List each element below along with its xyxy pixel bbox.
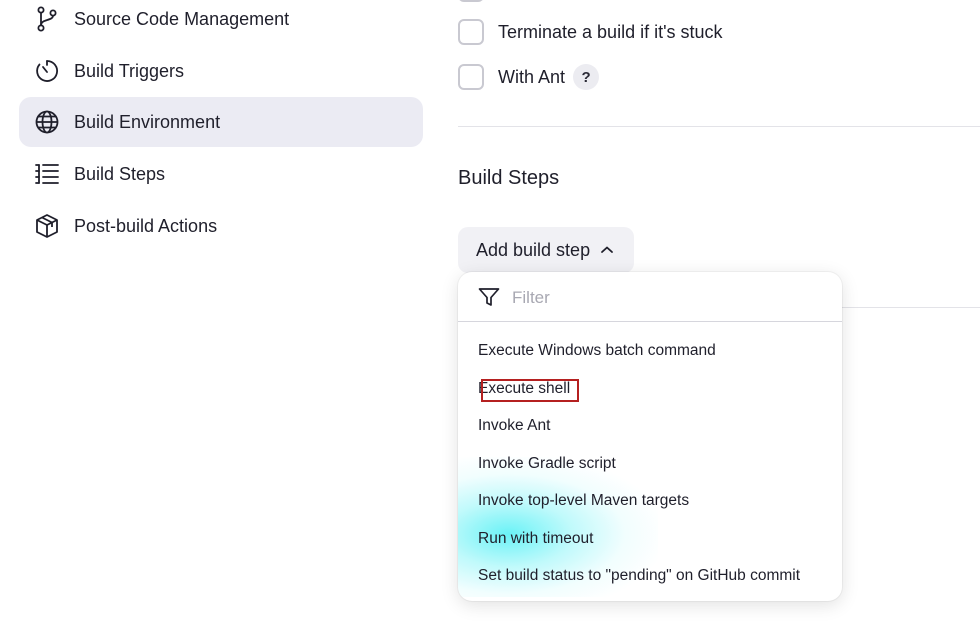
menu-item-run-with-timeout[interactable]: Run with timeout bbox=[478, 530, 593, 548]
sidebar-item-label: Source Code Management bbox=[74, 8, 290, 29]
menu-item-set-build-status[interactable]: Set build status to "pending" on GitHub … bbox=[478, 567, 800, 585]
sidebar-item-source-code-management[interactable]: Source Code Management bbox=[19, 0, 423, 44]
menu-item-invoke-maven[interactable]: Invoke top-level Maven targets bbox=[478, 492, 689, 510]
sidebar-item-build-triggers[interactable]: Build Triggers bbox=[19, 46, 423, 96]
sidebar: Source Code Management Build Triggers Bu… bbox=[0, 0, 440, 622]
sidebar-item-post-build-actions[interactable]: Post-build Actions bbox=[19, 201, 423, 251]
add-build-step-label: Add build step bbox=[476, 239, 591, 260]
sidebar-item-label: Build Triggers bbox=[74, 60, 185, 81]
with-ant-label: With Ant bbox=[498, 66, 566, 87]
sidebar-item-label: Build Steps bbox=[74, 163, 166, 184]
sidebar-item-build-steps[interactable]: Build Steps bbox=[19, 149, 423, 199]
add-build-step-dropdown: Execute Windows batch command Execute sh… bbox=[458, 272, 842, 601]
menu-item-invoke-ant[interactable]: Invoke Ant bbox=[478, 417, 550, 435]
add-build-step-button[interactable]: Add build step bbox=[458, 227, 634, 273]
option-with-ant: With Ant ? bbox=[458, 62, 600, 92]
terminate-stuck-checkbox[interactable] bbox=[458, 19, 484, 45]
filter-icon bbox=[478, 287, 500, 312]
list-icon bbox=[33, 160, 61, 188]
menu-item-execute-shell[interactable]: Execute shell bbox=[478, 380, 570, 398]
globe-icon bbox=[33, 108, 61, 136]
section-divider bbox=[458, 126, 980, 127]
menu-item-invoke-gradle[interactable]: Invoke Gradle script bbox=[478, 455, 616, 473]
chevron-up-icon bbox=[600, 245, 614, 255]
checkbox-partial[interactable] bbox=[458, 0, 484, 2]
filter-input[interactable] bbox=[510, 284, 814, 312]
sidebar-item-build-environment[interactable]: Build Environment bbox=[19, 97, 423, 147]
terminate-stuck-label: Terminate a build if it's stuck bbox=[498, 21, 723, 42]
filter-row bbox=[458, 272, 842, 322]
with-ant-checkbox[interactable] bbox=[458, 64, 484, 90]
help-icon[interactable]: ? bbox=[573, 64, 600, 90]
section-title-build-steps: Build Steps bbox=[458, 167, 560, 189]
git-branch-icon bbox=[33, 5, 61, 33]
timer-icon bbox=[33, 57, 61, 85]
option-terminate-stuck: Terminate a build if it's stuck bbox=[458, 17, 723, 47]
package-icon bbox=[33, 212, 61, 240]
section-divider bbox=[842, 307, 980, 308]
menu-item-execute-windows-batch[interactable]: Execute Windows batch command bbox=[478, 342, 716, 360]
sidebar-item-label: Post-build Actions bbox=[74, 215, 218, 236]
sidebar-item-label: Build Environment bbox=[74, 111, 221, 132]
